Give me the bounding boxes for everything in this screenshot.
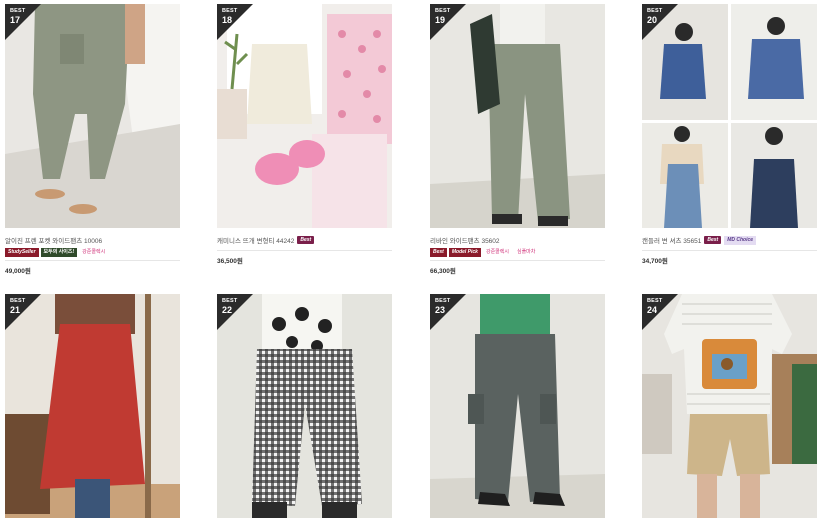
product-card[interactable]: BEST 20 캔들러 변 셔츠 35651 Best MD Choice 34,7…	[642, 4, 817, 265]
best-badge: Best	[297, 236, 315, 244]
product-image[interactable]: BEST 18	[217, 4, 392, 228]
badge: MD Choice	[724, 235, 757, 245]
product-price: 34,700원	[642, 258, 668, 265]
badge: 심플마차	[516, 248, 536, 255]
rank-flag: BEST 21	[5, 294, 41, 330]
divider	[5, 260, 180, 261]
badge-row: Best Model Pick 강준콜렉시 심플마차	[430, 247, 605, 257]
rank-number: 18	[222, 15, 233, 25]
badge: StudySeller	[5, 247, 39, 257]
product-card[interactable]: BEST 22	[217, 294, 392, 518]
rank-number: 23	[435, 305, 446, 315]
divider	[217, 250, 392, 251]
rank-number: 21	[10, 305, 21, 315]
badge-row: StudySeller 모두의 사이즈! 강준콜렉시	[5, 247, 180, 257]
rank-flag: BEST 20	[642, 4, 678, 40]
product-image[interactable]: BEST 22	[217, 294, 392, 518]
badge: Best	[430, 247, 447, 257]
product-price: 49,000원	[5, 268, 31, 275]
product-image[interactable]: BEST 17	[5, 4, 180, 228]
product-image[interactable]: BEST 19	[430, 4, 605, 228]
rank-flag: BEST 19	[430, 4, 466, 40]
rank-number: 20	[647, 15, 658, 25]
product-card[interactable]: BEST 18 캐미니스 뜨개 변형티 44242 Best 36,500원	[217, 4, 392, 265]
badge: Model Pick	[448, 247, 481, 257]
product-price: 66,300원	[430, 268, 456, 275]
rank-number: 17	[10, 15, 21, 25]
rank-flag: BEST 17	[5, 4, 41, 40]
rank-number: 24	[647, 305, 658, 315]
rank-flag: BEST 18	[217, 4, 253, 40]
product-card[interactable]: BEST 21	[5, 294, 180, 518]
rank-flag: BEST 22	[217, 294, 253, 330]
product-card[interactable]: BEST 19 리바인 와이드팬츠 35602 Best Model Pick …	[430, 4, 605, 275]
product-price: 36,500원	[217, 258, 243, 265]
product-name[interactable]: 캔들러 변 셔츠 35651 Best MD Choice	[642, 235, 817, 245]
rank-number: 22	[222, 305, 233, 315]
divider	[642, 250, 817, 251]
product-image[interactable]: BEST 21	[5, 294, 180, 518]
product-image[interactable]: BEST 23	[430, 294, 605, 518]
product-image[interactable]: BEST 20	[642, 4, 817, 228]
rank-flag: BEST 24	[642, 294, 678, 330]
product-name[interactable]: 알이진 프렌 포켓 와이드팬츠 10006	[5, 235, 180, 245]
product-name[interactable]: 캐미니스 뜨개 변형티 44242 Best	[217, 235, 392, 245]
badge: 모두의 사이즈!	[40, 247, 78, 257]
product-card[interactable]: BEST 17 알이진 프렌 포켓 와이드팬츠 10006 StudySelle…	[5, 4, 180, 275]
product-card[interactable]: BEST 23	[430, 294, 605, 518]
product-card[interactable]: BEST 24	[642, 294, 817, 518]
rank-flag: BEST 23	[430, 294, 466, 330]
badge: 강준콜렉시	[82, 248, 106, 255]
badge: 강준콜렉시	[485, 248, 509, 255]
product-name[interactable]: 리바인 와이드팬츠 35602	[430, 235, 605, 245]
rank-number: 19	[435, 15, 446, 25]
divider	[430, 260, 605, 261]
best-badge: Best	[704, 236, 722, 244]
product-image[interactable]: BEST 24	[642, 294, 817, 518]
